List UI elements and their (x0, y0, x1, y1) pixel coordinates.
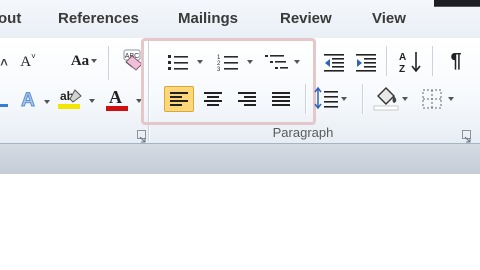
separator (305, 84, 306, 114)
align-left-icon (170, 92, 188, 106)
svg-text:Z: Z (399, 64, 405, 75)
font-color-label: A (109, 87, 122, 107)
borders-icon (422, 89, 454, 109)
decrease-indent-button[interactable] (320, 50, 348, 74)
decrease-indent-icon (324, 54, 344, 72)
multilevel-list-button[interactable] (262, 50, 306, 74)
ruler-strip (0, 143, 480, 175)
align-right-button[interactable] (232, 86, 262, 112)
justify-icon (272, 92, 290, 106)
line-spacing-icon (314, 86, 347, 110)
shrink-arrow-icon: ˅ (31, 51, 36, 61)
align-right-icon (238, 92, 256, 106)
font-color-icon: A (106, 87, 128, 111)
ribbon-tab-bar: out References Mailings Review View (0, 0, 480, 39)
shrink-font-icon: A (20, 53, 32, 70)
line-spacing-button[interactable] (312, 86, 350, 112)
shading-button[interactable] (370, 84, 410, 114)
document-page[interactable] (0, 174, 480, 270)
tab-page-layout[interactable]: out (0, 10, 21, 27)
align-left-button[interactable] (164, 86, 194, 112)
numbering-button[interactable]: 1 2 3 (214, 50, 258, 74)
align-center-button[interactable] (198, 86, 228, 112)
tab-references[interactable]: References (58, 10, 139, 27)
separator (362, 84, 363, 114)
separator (432, 46, 433, 76)
separator (108, 46, 109, 80)
pilcrow-icon: ¶ (450, 49, 462, 72)
text-effects-dropdown-icon (44, 100, 50, 104)
sort-button[interactable]: A Z (395, 48, 425, 76)
grow-font-button[interactable]: ˄ (0, 52, 12, 72)
separator (386, 46, 387, 76)
grow-font-icon: ˄ (0, 54, 8, 70)
window-corner-thumbnail (434, 0, 480, 7)
font-color-button[interactable]: A (104, 86, 142, 114)
ribbon-home-panel: ˄ A ˅ Aa ABC A (0, 38, 480, 143)
tab-view[interactable]: View (372, 10, 406, 27)
sort-icon: A Z (399, 52, 421, 75)
change-case-dropdown-icon (91, 59, 97, 63)
text-effects-icon: A (21, 90, 36, 112)
shrink-font-button[interactable]: A ˅ (18, 52, 38, 72)
tab-review[interactable]: Review (280, 10, 332, 27)
increase-indent-button[interactable] (352, 50, 380, 74)
highlight-dropdown-icon (89, 99, 95, 103)
borders-button[interactable] (418, 86, 458, 112)
svg-text:3: 3 (217, 67, 221, 73)
font-dialog-launcher[interactable] (137, 130, 146, 143)
text-effects-button[interactable]: A (14, 88, 50, 114)
align-center-icon (204, 92, 222, 106)
svg-text:A: A (399, 52, 406, 63)
bullets-icon (168, 55, 203, 70)
paragraph-dialog-launcher[interactable] (462, 130, 471, 143)
word-window-crop: out References Mailings Review View ˄ A … (0, 0, 480, 270)
tab-mailings[interactable]: Mailings (178, 10, 238, 27)
paint-bucket-icon (373, 87, 408, 111)
multilevel-list-icon (265, 55, 300, 69)
change-case-button[interactable]: Aa (60, 50, 100, 72)
numbering-icon: 1 2 3 (217, 55, 253, 73)
show-hide-marks-button[interactable]: ¶ (442, 48, 470, 74)
font-color-partial-button[interactable] (0, 90, 8, 112)
highlighter-icon: ab (58, 89, 82, 109)
change-case-label: Aa (70, 52, 90, 69)
partial-icon (0, 104, 8, 107)
text-highlight-button[interactable]: ab (56, 86, 95, 114)
increase-indent-icon (356, 54, 376, 72)
paragraph-group-label: Paragraph (272, 125, 334, 140)
bullets-button[interactable] (164, 50, 208, 74)
justify-button[interactable] (266, 86, 296, 112)
